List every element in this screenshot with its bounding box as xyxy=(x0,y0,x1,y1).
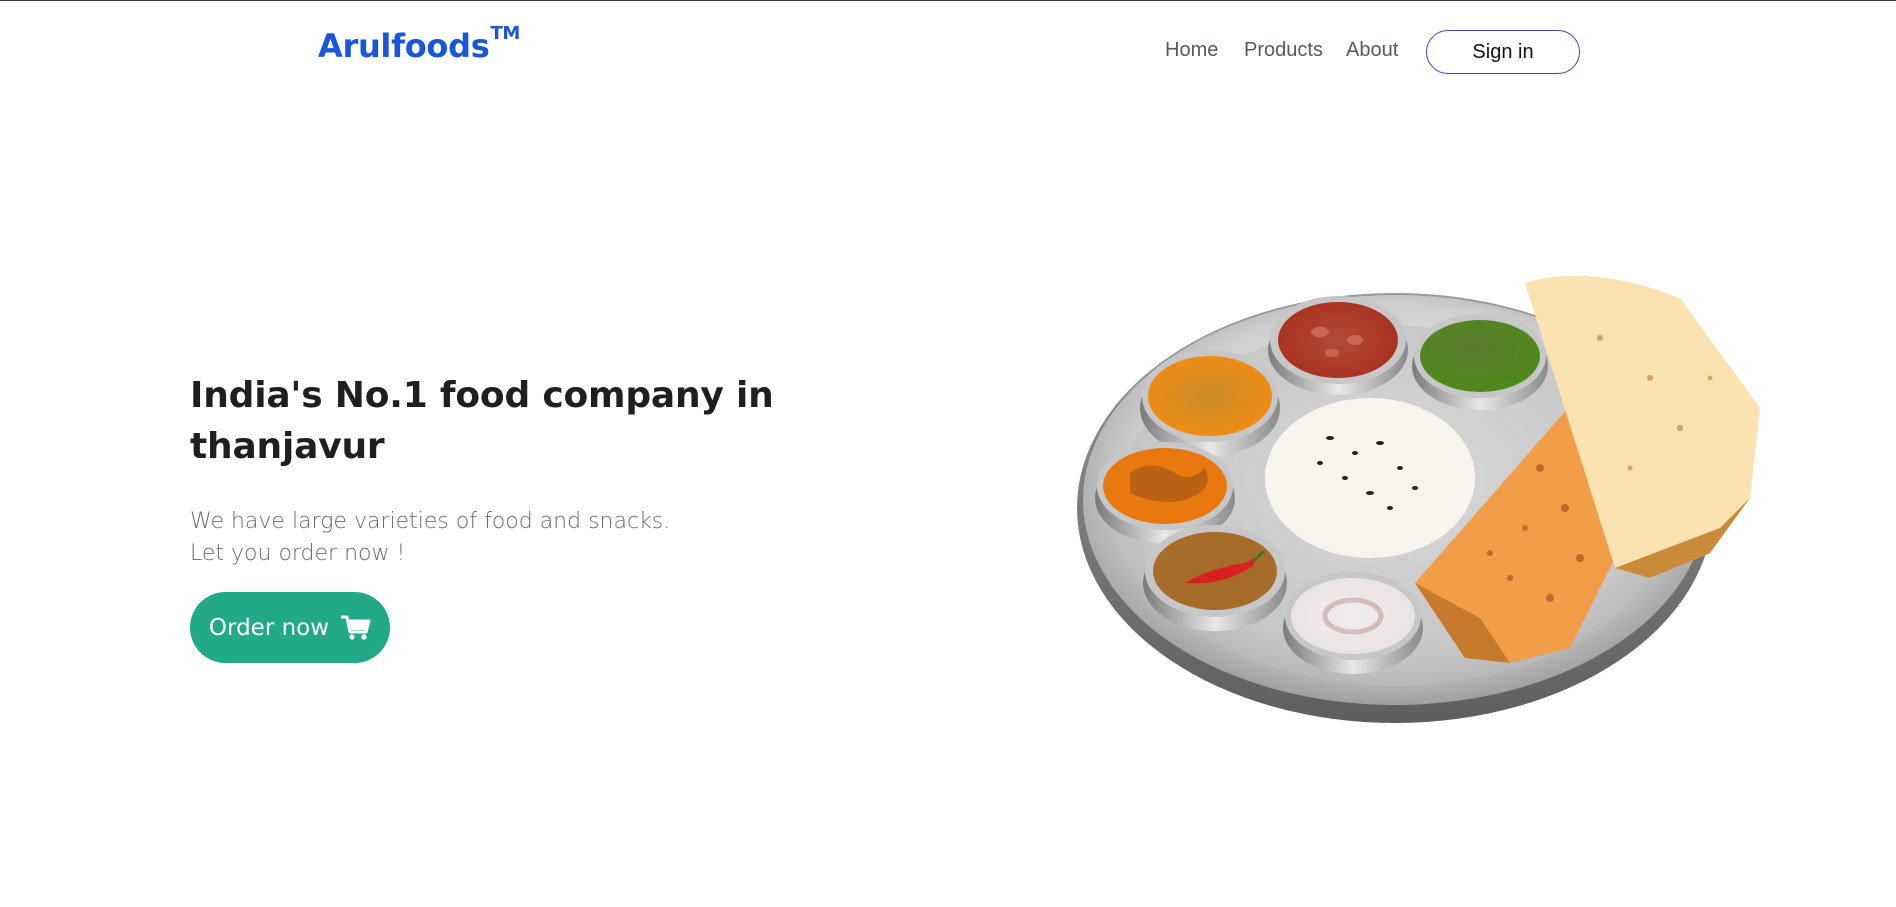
sign-in-button[interactable]: Sign in xyxy=(1426,30,1580,74)
cart-icon xyxy=(341,615,371,641)
hero-subtitle-line-2: Let you order now ! xyxy=(190,541,406,566)
hero-subtitle-line-1: We have large varieties of food and snac… xyxy=(190,509,671,534)
order-now-button[interactable]: Order now xyxy=(190,592,390,663)
navbar: ArulfoodsTM Home Products About Sign in xyxy=(0,1,1896,101)
trademark-mark: TM xyxy=(490,23,521,45)
brand-name: Arulfoods xyxy=(318,27,490,65)
nav-link-home[interactable]: Home xyxy=(1165,39,1218,62)
hero-title: India's No.1 food company in thanjavur xyxy=(190,375,774,467)
order-now-label: Order now xyxy=(208,614,330,641)
nav-link-products[interactable]: Products xyxy=(1244,39,1323,62)
brand-logo[interactable]: ArulfoodsTM xyxy=(318,23,520,65)
thali-plate-illustration xyxy=(1070,268,1770,738)
hero-subtitle: We have large varieties of food and snac… xyxy=(190,506,790,570)
nav-link-about[interactable]: About xyxy=(1346,39,1398,62)
